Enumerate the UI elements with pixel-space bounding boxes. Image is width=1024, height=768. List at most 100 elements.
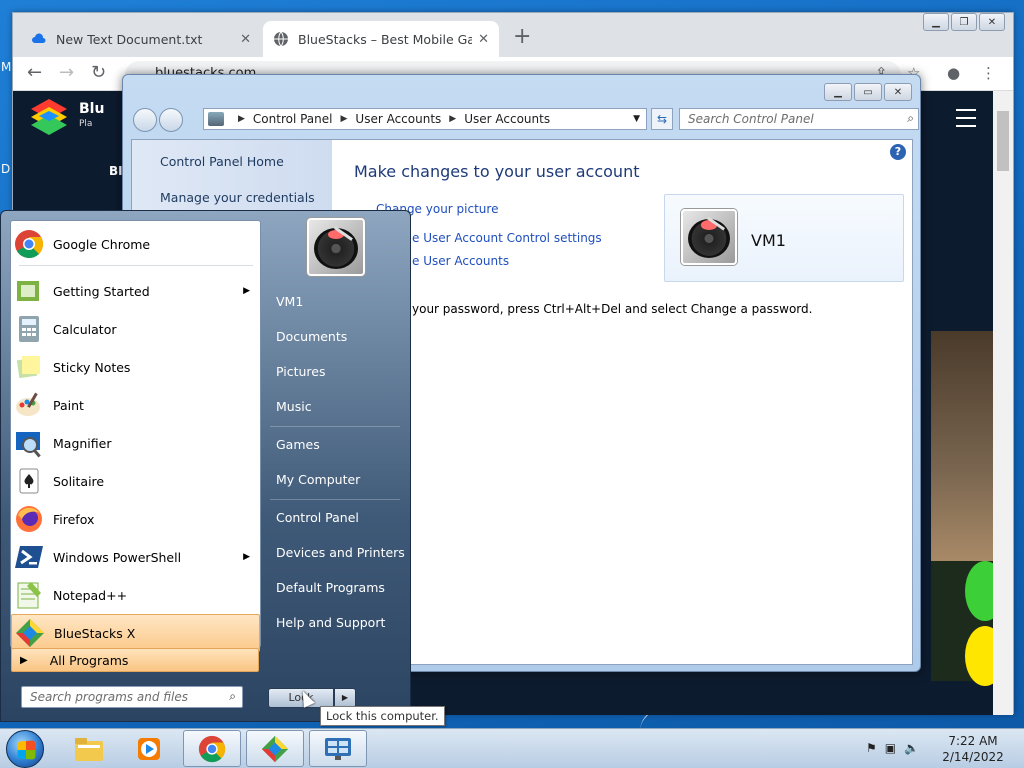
taskbar-chrome[interactable] — [183, 730, 241, 767]
start-menu: Google Chrome Getting Started ▶ Calculat… — [0, 210, 411, 722]
maximize-button[interactable]: ▭ — [854, 83, 882, 101]
firefox-icon — [16, 506, 42, 532]
action-center-icon[interactable]: ⚑ — [866, 741, 877, 755]
explorer-icon — [75, 737, 103, 761]
taskbar-media-player[interactable] — [120, 730, 178, 767]
tab-bluestacks[interactable]: BlueStacks – Best Mobile Gaming ✕ — [263, 21, 499, 57]
start-right-help-support[interactable]: Help and Support — [276, 615, 385, 630]
help-icon[interactable]: ? — [890, 144, 906, 160]
start-item-solitaire[interactable]: Solitaire — [11, 462, 260, 500]
profile-icon[interactable]: ● — [947, 64, 960, 82]
page-scrollbar[interactable] — [993, 91, 1013, 715]
start-item-google-chrome[interactable]: Google Chrome — [11, 225, 260, 263]
manage-user-accounts-link[interactable]: e User Accounts — [412, 254, 509, 268]
start-item-label: Solitaire — [53, 473, 105, 489]
calculator-icon — [19, 316, 39, 342]
cloud-icon — [32, 33, 46, 43]
restore-button[interactable]: ❐ — [951, 13, 977, 31]
refresh-button[interactable]: ⇆ — [651, 108, 673, 130]
start-item-windows-powershell[interactable]: Windows PowerShell ▶ — [11, 538, 260, 576]
user-name: VM1 — [751, 231, 786, 250]
user-avatar-icon[interactable] — [307, 218, 365, 276]
back-button[interactable] — [133, 108, 157, 132]
start-item-label: Google Chrome — [53, 236, 151, 252]
brand-subtitle: Pla — [79, 119, 93, 129]
scrollbar-thumb[interactable] — [997, 111, 1009, 171]
new-tab-button[interactable]: + — [513, 26, 531, 48]
user-card: VM1 — [664, 194, 904, 282]
start-right-devices-printers[interactable]: Devices and Printers — [276, 545, 405, 560]
menu-icon[interactable]: ⋮ — [981, 64, 996, 82]
breadcrumb-item[interactable]: User Accounts — [355, 112, 441, 126]
start-right-documents[interactable]: Documents — [276, 329, 347, 344]
chrome-icon — [15, 230, 43, 259]
start-item-firefox[interactable]: Firefox — [11, 500, 260, 538]
close-tab-icon[interactable]: ✕ — [478, 32, 489, 47]
globe-icon — [274, 31, 288, 47]
user-accounts-icon — [208, 112, 224, 126]
window-controls: ▁ ▭ ✕ — [822, 83, 912, 101]
desktop-edge-text: D — [1, 162, 11, 176]
taskbar-bluestacks[interactable] — [246, 730, 304, 767]
start-item-sticky-notes[interactable]: Sticky Notes — [11, 348, 260, 386]
close-button[interactable]: ✕ — [979, 13, 1005, 31]
search-programs-input[interactable]: Search programs and files ⌕ — [21, 686, 243, 708]
control-panel-home-link[interactable]: Control Panel Home — [160, 154, 284, 169]
hamburger-menu-icon[interactable] — [956, 109, 976, 133]
start-item-label: Sticky Notes — [53, 359, 131, 375]
start-button[interactable] — [6, 730, 44, 768]
start-item-magnifier[interactable]: Magnifier — [11, 424, 260, 462]
page-text: BI — [109, 164, 123, 178]
start-item-notepadpp[interactable]: Notepad++ — [11, 576, 260, 614]
start-right-vm1[interactable]: VM1 — [276, 294, 303, 309]
taskbar-explorer[interactable] — [60, 730, 118, 767]
minimize-button[interactable]: ▁ — [824, 83, 852, 101]
taskbar-clock[interactable]: 7:22 AM 2/14/2022 — [935, 733, 1011, 765]
start-right-default-programs[interactable]: Default Programs — [276, 580, 385, 595]
clock-date: 2/14/2022 — [942, 750, 1004, 764]
shutdown-options-arrow-icon[interactable]: ▶ — [334, 688, 356, 708]
close-button[interactable]: ✕ — [884, 83, 912, 101]
start-item-calculator[interactable]: Calculator — [11, 310, 260, 348]
start-right-control-panel[interactable]: Control Panel — [276, 510, 359, 525]
all-programs-button[interactable]: ▶ All Programs — [11, 648, 259, 672]
chevron-down-icon[interactable]: ▼ — [633, 114, 640, 124]
taskbar-control-panel[interactable] — [309, 730, 367, 767]
manage-credentials-link[interactable]: Manage your credentials — [160, 190, 315, 205]
all-programs-label: All Programs — [49, 652, 129, 668]
submenu-arrow-icon: ▶ — [243, 552, 250, 562]
start-right-my-computer[interactable]: My Computer — [276, 472, 360, 487]
volume-icon[interactable]: 🔈 — [904, 741, 919, 755]
back-button[interactable]: ← — [27, 62, 42, 83]
search-control-panel-input[interactable]: Search Control Panel ⌕ — [679, 108, 919, 130]
network-icon[interactable]: ▣ — [885, 741, 896, 755]
divider — [270, 426, 400, 427]
control-panel-icon — [325, 737, 351, 760]
bluestacks-icon — [261, 735, 289, 762]
minimize-button[interactable]: ▁ — [923, 13, 949, 31]
tab-title: BlueStacks – Best Mobile Gaming — [298, 31, 473, 47]
search-icon[interactable]: ⌕ — [907, 111, 914, 126]
divider — [270, 499, 400, 500]
close-tab-icon[interactable]: ✕ — [240, 32, 251, 47]
windows-logo-icon — [17, 740, 36, 760]
start-item-bluestacks-x[interactable]: BlueStacks X — [11, 614, 260, 652]
start-right-games[interactable]: Games — [276, 437, 320, 452]
breadcrumb-item[interactable]: User Accounts — [464, 112, 550, 126]
forward-button[interactable]: → — [59, 62, 74, 83]
start-item-label: Paint — [53, 397, 84, 413]
lock-tooltip: Lock this computer. — [320, 706, 445, 726]
paint-icon — [16, 392, 40, 416]
breadcrumb-item[interactable]: Control Panel — [253, 112, 333, 126]
media-player-icon — [138, 737, 160, 760]
start-item-getting-started[interactable]: Getting Started ▶ — [11, 272, 260, 310]
start-right-pictures[interactable]: Pictures — [276, 364, 326, 379]
reload-button[interactable]: ↻ — [91, 62, 106, 83]
start-right-music[interactable]: Music — [276, 399, 312, 414]
breadcrumb[interactable]: ▶ Control Panel ▶ User Accounts ▶ User A… — [203, 108, 647, 130]
start-item-paint[interactable]: Paint — [11, 386, 260, 424]
uac-settings-link[interactable]: e User Account Control settings — [412, 231, 602, 245]
forward-button[interactable] — [159, 108, 183, 132]
tab-new-text-document[interactable]: New Text Document.txt ✕ — [21, 21, 261, 57]
search-icon[interactable]: ⌕ — [229, 689, 236, 704]
